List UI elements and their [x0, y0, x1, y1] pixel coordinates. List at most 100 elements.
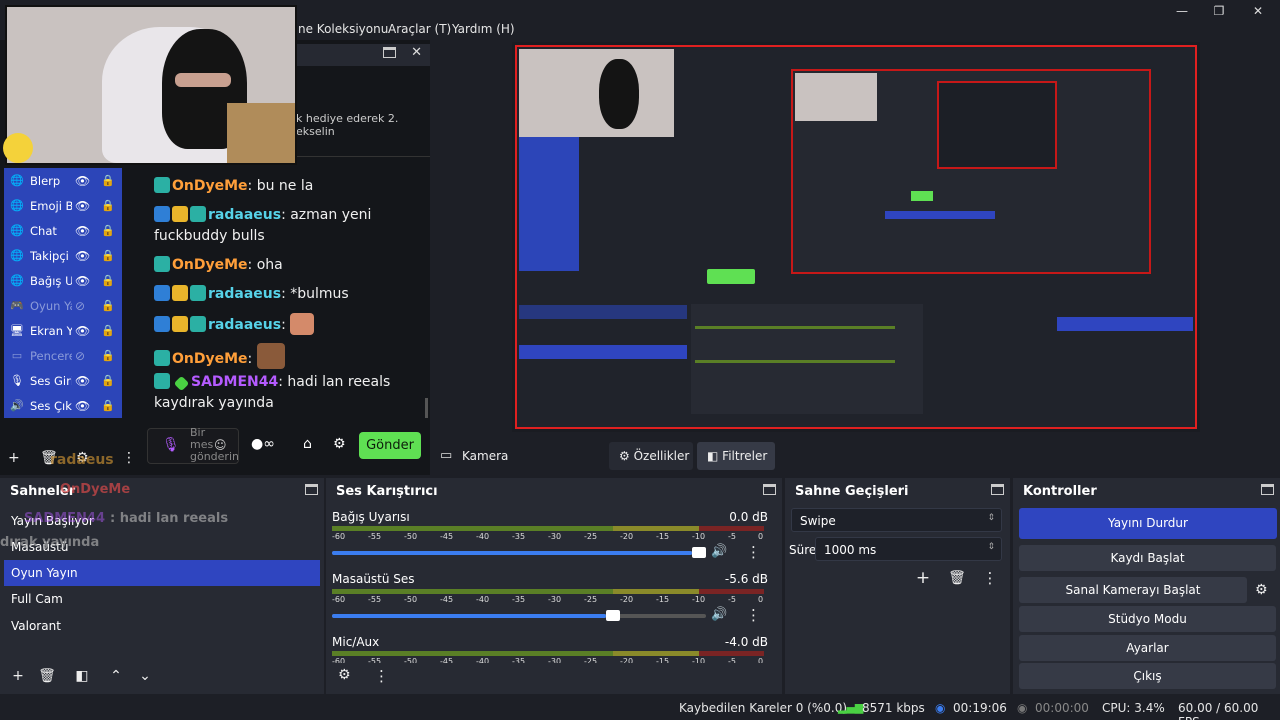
filters-button[interactable]: ◧ Filtreler — [697, 442, 775, 470]
source-item[interactable]: 🎮 Oyun Ya ⊘ 🔒 — [4, 293, 122, 318]
chat-username[interactable]: OnDyeMe — [172, 257, 248, 273]
add-transition-icon[interactable]: + — [912, 567, 934, 589]
source-item[interactable]: 🖥 Ekran Ya 👁 🔒 — [4, 318, 122, 343]
properties-button[interactable]: ⚙ Özellikler — [609, 442, 693, 470]
move-down-icon[interactable]: ⌄ — [134, 665, 156, 687]
duration-value: 1000 ms — [824, 543, 877, 557]
trash-icon[interactable]: 🗑 — [36, 665, 58, 687]
add-icon[interactable]: + — [8, 450, 20, 466]
source-item[interactable]: 🌐 Emoji Bi 👁 🔒 — [4, 193, 122, 218]
minimize-button[interactable]: — — [1170, 4, 1194, 18]
menu-help[interactable]: Yardım (H) — [452, 22, 515, 36]
lock-icon[interactable]: 🔒 — [101, 374, 115, 387]
source-item[interactable]: 🔊 Ses Çıkış 👁 🔒 — [4, 393, 122, 418]
maximize-button[interactable]: ❐ — [1207, 4, 1231, 18]
more-icon[interactable]: ⋮ — [374, 667, 389, 685]
emoji-icon[interactable]: ☺ — [214, 438, 227, 452]
speaker-icon[interactable]: 🔊 — [711, 544, 727, 559]
studio-mode-button[interactable]: Stüdyo Modu — [1019, 606, 1276, 632]
chat-username[interactable]: radaaeus — [208, 286, 281, 302]
source-item[interactable]: 🌐 Bağış Uy 👁 🔒 — [4, 268, 122, 293]
lock-icon[interactable]: 🔒 — [101, 299, 115, 312]
settings-button[interactable]: Ayarlar — [1019, 635, 1276, 661]
eye-icon[interactable]: 👁 — [75, 374, 90, 388]
exit-button[interactable]: Çıkış — [1019, 663, 1276, 689]
scene-item-selected[interactable]: Oyun Yayın — [4, 560, 320, 586]
trash-icon[interactable]: 🗑 — [946, 567, 968, 589]
more-icon[interactable]: ⋮ — [746, 606, 761, 624]
start-virtual-camera-button[interactable]: Sanal Kamerayı Başlat — [1019, 577, 1247, 603]
points-icon[interactable]: ●∞ — [251, 436, 275, 452]
chat-notice-line: k hediye ederek 2. — [296, 112, 399, 125]
slider-knob[interactable] — [606, 610, 620, 621]
lock-icon[interactable]: 🔒 — [101, 249, 115, 262]
source-item[interactable]: 🌐 Blerp 👁 🔒 — [4, 168, 122, 193]
source-item[interactable]: 🌐 Takipçi s 👁 🔒 — [4, 243, 122, 268]
eye-icon[interactable]: 👁 — [75, 399, 90, 413]
lock-icon[interactable]: 🔒 — [101, 174, 115, 187]
popout-icon[interactable] — [383, 47, 396, 58]
gear-icon[interactable]: ⚙ — [338, 667, 351, 683]
eye-icon[interactable]: 👁 — [75, 174, 90, 188]
chat-input[interactable]: 🎙 Bir mes gönderin ☺ — [147, 427, 239, 464]
eye-icon[interactable]: 👁 — [75, 324, 90, 338]
stop-streaming-button[interactable]: Yayını Durdur — [1019, 508, 1277, 539]
speaker-icon[interactable]: 🔊 — [711, 607, 727, 622]
gear-icon[interactable]: ⚙ — [1255, 582, 1268, 598]
close-button[interactable]: ✕ — [1246, 4, 1270, 18]
gear-icon[interactable]: ⚙ — [333, 436, 346, 452]
popout-icon[interactable] — [763, 484, 776, 495]
start-recording-button[interactable]: Kaydı Başlat — [1019, 545, 1276, 571]
lock-icon[interactable]: 🔒 — [101, 349, 115, 362]
duck-sticker — [3, 133, 33, 163]
more-icon[interactable]: ⋮ — [979, 567, 1001, 589]
more-icon[interactable]: ⋮ — [746, 543, 761, 561]
send-button[interactable]: Gönder — [359, 432, 421, 459]
volume-slider[interactable] — [332, 547, 706, 558]
spin-icon[interactable]: ⇕ — [987, 542, 995, 552]
volume-slider[interactable] — [332, 610, 706, 621]
menu-tools[interactable]: Araçlar (T) — [388, 22, 451, 36]
lock-icon[interactable]: 🔒 — [101, 324, 115, 337]
eye-icon[interactable]: 👁 — [75, 199, 90, 213]
lock-icon[interactable]: 🔒 — [101, 399, 115, 412]
eye-hidden-icon[interactable]: ⊘ — [75, 349, 85, 363]
mic-icon[interactable]: 🎙 — [162, 437, 180, 453]
popout-icon[interactable] — [1261, 484, 1274, 495]
eye-slit — [175, 73, 231, 87]
scene-item[interactable]: Full Cam — [4, 586, 320, 612]
chat-username[interactable]: OnDyeMe — [172, 351, 248, 367]
eye-hidden-icon[interactable]: ⊘ — [75, 299, 85, 313]
menu-scene-collection[interactable]: ne Koleksiyonu — [298, 22, 388, 36]
move-up-icon[interactable]: ⌃ — [105, 665, 127, 687]
lock-icon[interactable]: 🔒 — [101, 199, 115, 212]
scene-item[interactable]: Valorant — [4, 613, 320, 639]
eye-icon[interactable]: 👁 — [75, 274, 90, 288]
filter-icon[interactable]: ◧ — [71, 665, 93, 687]
eye-icon[interactable]: 👁 — [75, 224, 90, 238]
lock-icon[interactable]: 🔒 — [101, 224, 115, 237]
slider-knob[interactable] — [692, 547, 706, 558]
duration-input[interactable]: 1000 ms ⇕ — [815, 537, 1002, 561]
chat-username[interactable]: radaaeus — [208, 317, 281, 333]
scenes-dock: Sahneler OnDyeMe Yayın Başlıyor SADMEN44… — [0, 478, 324, 694]
close-icon[interactable]: ✕ — [411, 45, 422, 60]
popout-icon[interactable] — [305, 484, 318, 495]
chat-text: : *bulmus — [281, 286, 349, 302]
sources-list[interactable]: 🌐 Blerp 👁 🔒 🌐 Emoji Bi 👁 🔒 🌐 Chat 👁 🔒 🌐 Takipçi… — [4, 168, 122, 418]
source-item[interactable]: 🎙 Ses Girişi 👁 🔒 — [4, 368, 122, 393]
emote-image — [290, 313, 315, 335]
eye-icon[interactable]: 👁 — [75, 249, 90, 263]
add-scene-icon[interactable]: + — [7, 665, 29, 687]
chat-username[interactable]: OnDyeMe — [172, 178, 248, 194]
more-icon[interactable]: ⋮ — [122, 450, 136, 466]
lock-icon[interactable]: 🔒 — [101, 274, 115, 287]
source-item[interactable]: ▭ Pencere ⊘ 🔒 — [4, 343, 122, 368]
chat-username[interactable]: SADMEN44 — [191, 374, 278, 390]
source-item[interactable]: 🌐 Chat 👁 🔒 — [4, 218, 122, 243]
chat-username[interactable]: radaaeus — [208, 207, 281, 223]
chat-scrollbar[interactable] — [425, 398, 428, 418]
store-icon[interactable]: ⌂ — [303, 436, 312, 452]
transition-select[interactable]: Swipe ⇕ — [791, 508, 1002, 532]
popout-icon[interactable] — [991, 484, 1004, 495]
